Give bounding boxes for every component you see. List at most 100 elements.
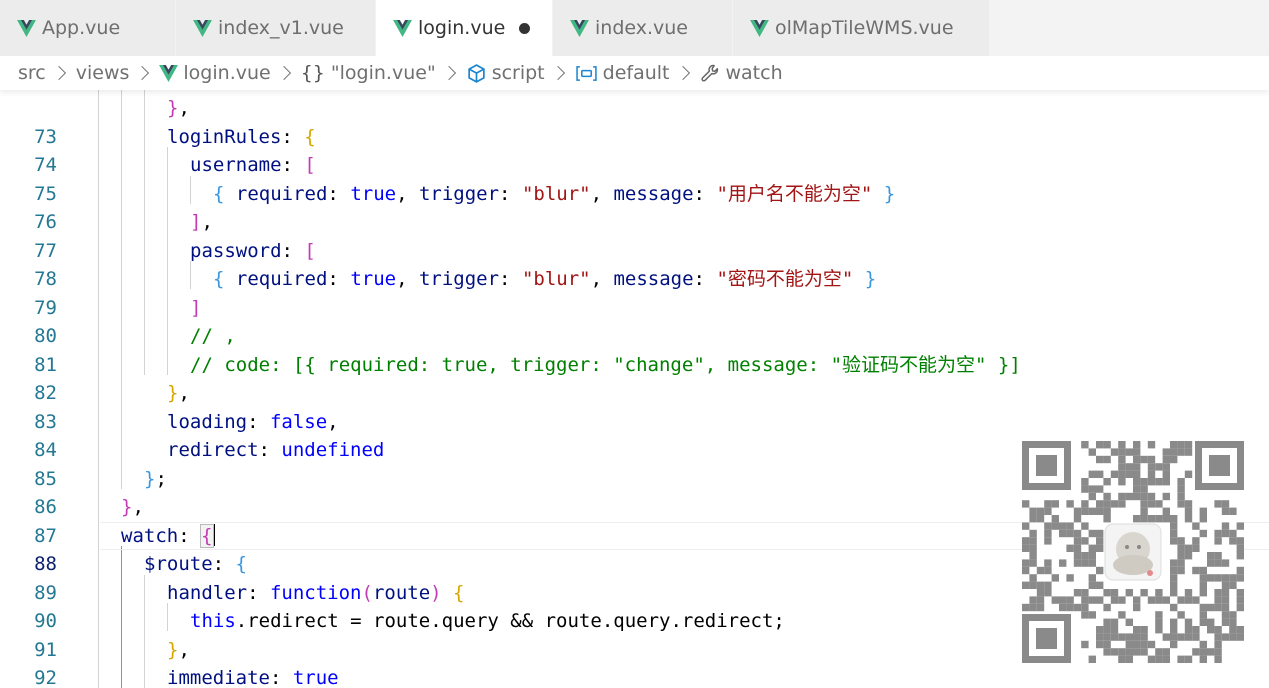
qr-module [1155, 596, 1163, 604]
breadcrumb-default[interactable]: default [575, 62, 670, 84]
qr-module [1207, 618, 1215, 626]
qr-module [1207, 603, 1215, 612]
qr-module [1133, 448, 1141, 456]
breadcrumb-watch[interactable]: watch [700, 62, 783, 84]
breadcrumb-script[interactable]: script [466, 62, 545, 84]
breadcrumb-login-module[interactable]: {} "login.vue" [301, 62, 436, 84]
qr-module [1155, 478, 1163, 486]
qr-module [1155, 618, 1163, 626]
qr-module [1051, 574, 1059, 582]
tab-app-vue[interactable]: App.vue [0, 0, 176, 56]
qr-module [1170, 574, 1178, 582]
qr-module [1029, 596, 1037, 604]
qr-module [1170, 515, 1178, 523]
qr-module [1177, 448, 1185, 456]
qr-module [1177, 566, 1185, 575]
qr-module [1118, 478, 1126, 486]
breadcrumb-src[interactable]: src [18, 62, 46, 84]
qr-module [1081, 640, 1089, 649]
qr-module [1214, 574, 1222, 582]
unsaved-dot-icon[interactable] [519, 23, 530, 34]
qr-module [1162, 596, 1170, 604]
qr-module [1214, 552, 1222, 560]
qr-module [1199, 603, 1207, 612]
qr-module [1177, 478, 1185, 486]
qr-module [1229, 626, 1237, 634]
qr-module [1184, 507, 1193, 515]
qr-module [1147, 500, 1156, 508]
qr-module [1221, 507, 1230, 515]
qr-module [1125, 640, 1133, 649]
qr-module [1147, 655, 1156, 663]
qr-module [1155, 463, 1163, 471]
code-line: 84 loading: false, [0, 408, 1269, 462]
qr-module [1073, 537, 1082, 545]
code-text: { required: true, trigger: "blur", messa… [213, 268, 877, 290]
qr-module [1177, 633, 1185, 641]
qr-module [1140, 633, 1148, 641]
qr-module [1081, 552, 1089, 560]
qr-module [1103, 640, 1111, 649]
qr-module [1133, 478, 1141, 486]
qr-module [1096, 640, 1104, 649]
qr-module [1184, 618, 1193, 626]
tab-olmaptilewms-vue[interactable]: olMapTileWMS.vue [733, 0, 990, 56]
qr-module [1110, 500, 1119, 508]
qr-module [1162, 507, 1170, 515]
qr-module [1133, 640, 1141, 649]
qr-module [1214, 633, 1222, 641]
qr-module [1192, 566, 1200, 575]
qr-module [1184, 626, 1193, 634]
breadcrumb-login-vue[interactable]: login.vue [159, 62, 271, 84]
code-line: 78 password: [ [0, 237, 1269, 291]
qr-module [1170, 537, 1178, 545]
qr-module [1110, 648, 1119, 656]
code-line: 79 { required: true, trigger: "blur", me… [0, 265, 1269, 319]
qr-module [1125, 448, 1133, 456]
cube-icon [467, 63, 485, 83]
qr-module [1103, 626, 1111, 634]
qr-module [1081, 478, 1089, 486]
qr-module [1229, 581, 1237, 589]
qr-module [1029, 581, 1037, 589]
qr-module [1177, 537, 1185, 545]
tab-index-v1-vue[interactable]: index_v1.vue [176, 0, 376, 56]
qr-module [1207, 552, 1215, 560]
qr-module [1192, 522, 1200, 530]
code-line: 73 }, [0, 94, 1269, 148]
qr-module [1044, 500, 1052, 508]
qr-module [1162, 515, 1170, 523]
qr-module [1029, 529, 1037, 538]
qr-module [1096, 485, 1104, 493]
qr-module [1118, 448, 1126, 456]
qr-module [1081, 507, 1089, 515]
chevron-right-icon [135, 65, 150, 81]
code-text: ] [190, 296, 202, 319]
wrench-icon [700, 64, 718, 82]
qr-module [1155, 500, 1163, 508]
vue-icon [17, 19, 36, 37]
qr-module [1088, 574, 1096, 582]
tab-index-vue[interactable]: index.vue [553, 0, 733, 56]
vue-icon [193, 19, 212, 37]
qr-module [1073, 603, 1082, 612]
qr-module [1110, 626, 1119, 634]
vue-icon [750, 19, 769, 37]
qr-module [1236, 522, 1244, 530]
tab-label: App.vue [42, 17, 121, 39]
qr-module [1110, 618, 1119, 626]
qr-module [1036, 596, 1045, 604]
tab-login-vue[interactable]: login.vue [376, 0, 553, 56]
qr-module [1118, 500, 1126, 508]
breadcrumb-views[interactable]: views [76, 62, 130, 84]
qr-module [1236, 544, 1244, 552]
qr-module [1133, 515, 1141, 523]
qr-module [1022, 537, 1030, 545]
qr-module [1125, 633, 1133, 641]
qr-module [1133, 441, 1141, 449]
qr-module [1088, 559, 1096, 567]
symbol-variable-icon [575, 65, 597, 81]
qr-module [1103, 441, 1111, 449]
breadcrumb-label: login.vue [183, 62, 271, 84]
qr-module [1133, 603, 1141, 612]
